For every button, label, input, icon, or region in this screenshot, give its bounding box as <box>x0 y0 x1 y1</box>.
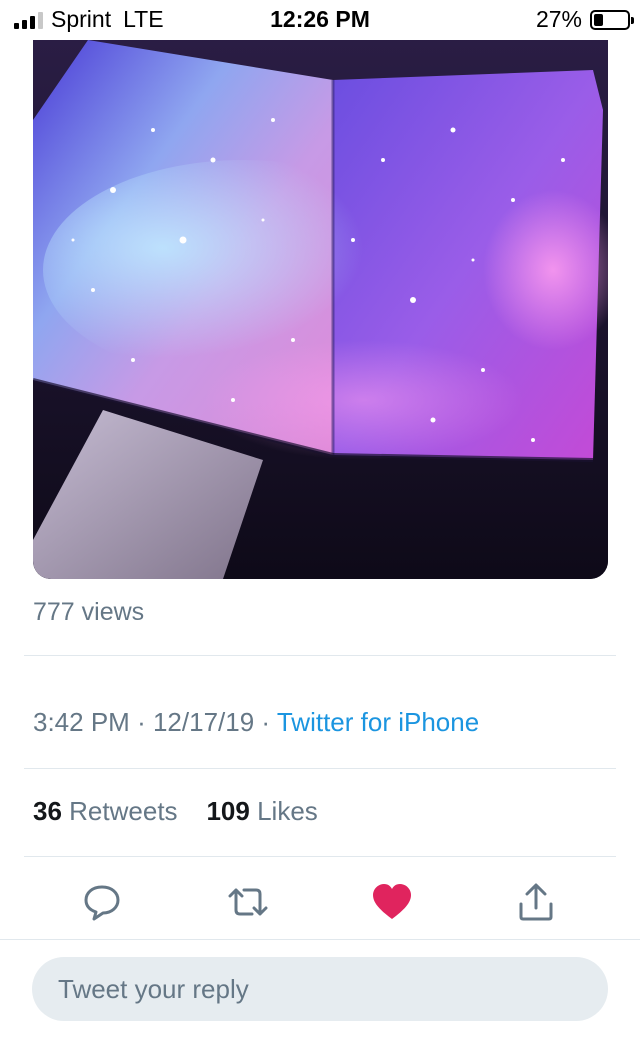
heart-icon <box>373 884 411 919</box>
carrier-name: Sprint <box>51 6 112 32</box>
status-bar-left: Sprint LTE <box>14 6 164 33</box>
separator: · <box>261 707 271 737</box>
signal-strength-icon <box>14 11 43 29</box>
divider <box>0 939 640 940</box>
retweets-label: Retweets <box>69 796 178 826</box>
battery-icon <box>590 9 634 30</box>
view-count: 777 views <box>33 598 145 626</box>
retweets-count: 36 <box>33 796 62 826</box>
tweet-time: 3:42 PM <box>33 707 130 737</box>
reply-composer[interactable] <box>32 957 608 1021</box>
divider <box>24 856 616 857</box>
separator: · <box>137 707 146 737</box>
tweet-meta: 3:42 PM · 12/17/19 · Twitter for iPhone <box>33 707 479 738</box>
likes-stat[interactable]: 109 Likes <box>206 796 317 826</box>
status-bar: Sprint LTE 12:26 PM 27% <box>0 0 640 40</box>
likes-count: 109 <box>206 796 250 826</box>
divider <box>24 655 616 656</box>
retweet-button[interactable] <box>226 880 270 924</box>
retweet-icon <box>228 888 268 916</box>
status-bar-right: 27% <box>535 6 634 33</box>
like-button[interactable] <box>370 880 414 924</box>
tweet-date: 12/17/19 <box>152 707 255 737</box>
divider <box>24 768 616 769</box>
retweets-stat[interactable]: 36 Retweets <box>33 796 178 826</box>
tweet-stats: 36 Retweets 109 Likes <box>33 796 318 827</box>
reply-input[interactable] <box>58 973 608 1005</box>
battery-percent: 27% <box>535 6 582 32</box>
reply-icon <box>84 885 120 921</box>
tweet-source-link[interactable]: Twitter for iPhone <box>277 707 479 737</box>
likes-label: Likes <box>257 796 318 826</box>
share-button[interactable] <box>514 880 558 924</box>
tweet-video[interactable] <box>33 40 608 579</box>
share-icon <box>519 883 553 921</box>
network-type: LTE <box>123 6 164 32</box>
reply-button[interactable] <box>80 880 124 924</box>
galaxy-book-image <box>33 40 608 579</box>
tweet-actions <box>0 870 640 930</box>
